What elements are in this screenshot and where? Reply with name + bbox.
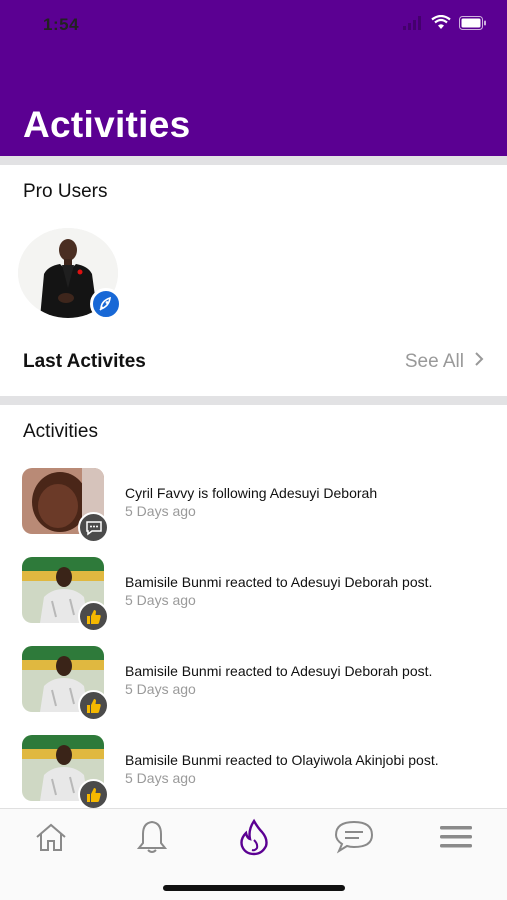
- activity-item[interactable]: Cyril Favvy is following Adesuyi Deborah…: [22, 468, 502, 543]
- thumbs-up-icon: [78, 779, 109, 810]
- thumbs-up-icon: [78, 601, 109, 632]
- status-time: 1:54: [43, 15, 80, 34]
- activity-text: Bamisile Bunmi reacted to Adesuyi Debora…: [125, 663, 433, 679]
- pro-user-avatar[interactable]: [18, 228, 122, 320]
- chevron-right-icon: [474, 351, 484, 373]
- page-title: Activities: [23, 104, 191, 145]
- section-divider: [0, 396, 507, 405]
- tab-notifications[interactable]: [132, 819, 172, 859]
- activities-title: Activities: [23, 421, 98, 442]
- home-icon: [34, 822, 68, 857]
- activity-time: 5 Days ago: [125, 770, 196, 786]
- bell-icon: [135, 819, 169, 860]
- tab-menu[interactable]: [436, 819, 476, 859]
- activity-text: Bamisile Bunmi reacted to Adesuyi Debora…: [125, 574, 433, 590]
- rocket-badge-icon: [90, 288, 122, 320]
- flame-icon: [236, 818, 272, 861]
- activity-time: 5 Days ago: [125, 503, 196, 519]
- activity-text: Cyril Favvy is following Adesuyi Deborah: [125, 485, 378, 501]
- activity-item[interactable]: Bamisile Bunmi reacted to Olayiwola Akin…: [22, 735, 502, 810]
- thumbs-up-icon: [78, 690, 109, 721]
- last-activities-title: Last Activites: [23, 351, 146, 372]
- home-indicator: [163, 885, 345, 891]
- activity-item[interactable]: Bamisile Bunmi reacted to Adesuyi Debora…: [22, 646, 502, 721]
- tab-activities[interactable]: [234, 818, 274, 861]
- see-all-button[interactable]: See All: [405, 351, 484, 373]
- section-divider: [0, 156, 507, 165]
- tab-messages[interactable]: [334, 819, 374, 859]
- activity-time: 5 Days ago: [125, 681, 196, 697]
- wifi-icon: [431, 14, 451, 35]
- status-icons: [403, 14, 487, 35]
- signal-icon: [403, 15, 423, 35]
- chat-icon: [333, 819, 375, 860]
- chat-bubble-icon: [78, 512, 109, 543]
- activity-time: 5 Days ago: [125, 592, 196, 608]
- header: 1:54 Activities: [0, 0, 507, 156]
- pro-users-title: Pro Users: [23, 181, 108, 202]
- battery-icon: [459, 15, 487, 35]
- activity-text: Bamisile Bunmi reacted to Olayiwola Akin…: [125, 752, 439, 768]
- see-all-label: See All: [404, 351, 464, 372]
- tab-home[interactable]: [31, 819, 71, 859]
- activity-item[interactable]: Bamisile Bunmi reacted to Adesuyi Debora…: [22, 557, 502, 632]
- menu-icon: [439, 824, 473, 855]
- status-bar: 1:54: [0, 0, 507, 50]
